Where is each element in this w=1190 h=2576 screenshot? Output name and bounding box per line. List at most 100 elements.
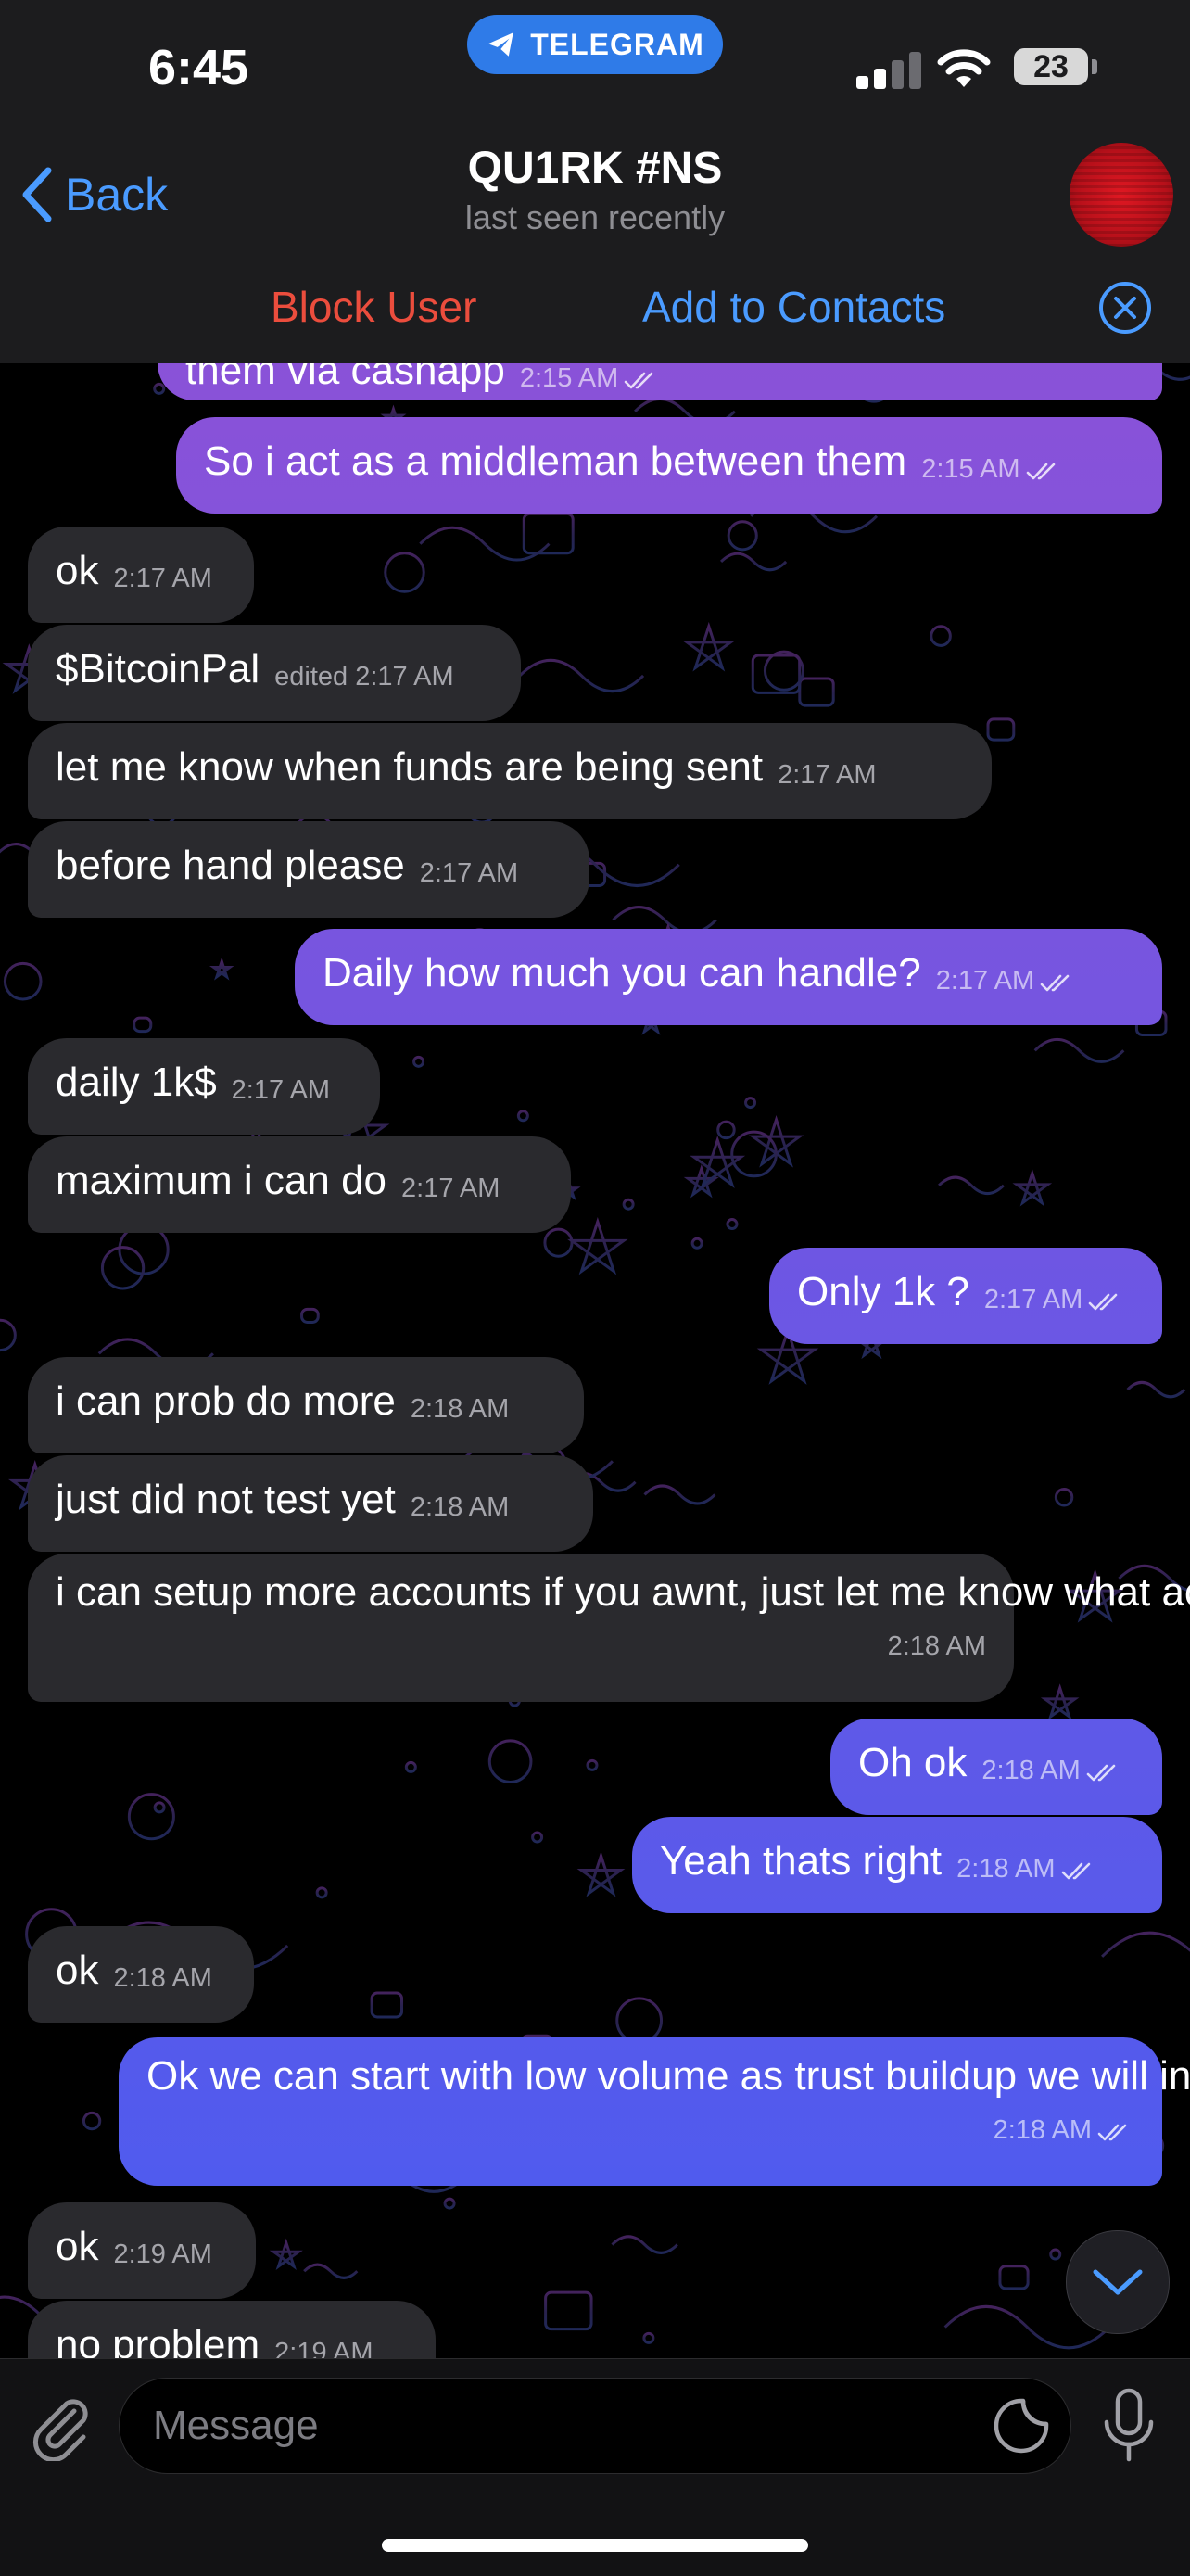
message-text: ok [56, 2224, 99, 2269]
read-ticks-icon [1026, 439, 1063, 499]
incoming-message[interactable]: maximum i can do 2:17 AM [28, 1136, 571, 1233]
status-bar: 6:45 TELEGRAM 23 [0, 0, 1190, 139]
message-time: 2:17 AM [778, 760, 877, 790]
message-meta: edited 2:17 AM [274, 647, 453, 706]
avatar[interactable] [1070, 143, 1173, 247]
incoming-message[interactable]: daily 1k$ 2:17 AM [28, 1038, 380, 1135]
add-to-contacts-button[interactable]: Add to Contacts [642, 282, 945, 332]
outgoing-message[interactable]: Daily how much you can handle? 2:17 AM [295, 929, 1162, 1025]
status-time: 6:45 [148, 40, 249, 95]
message-meta: 2:17 AM [113, 549, 211, 608]
message-meta: 2:19 AM [274, 2323, 373, 2358]
outgoing-message[interactable]: Ok we can start with low volume as trust… [119, 2037, 1190, 2186]
outgoing-message[interactable]: Yeah thats right 2:18 AM [632, 1817, 1162, 1913]
chat-title[interactable]: QU1RK #NS [0, 143, 1190, 194]
message-list[interactable]: them via cashapp 2:15 AM So i act as a mid… [0, 363, 1190, 2358]
message-meta: 2:15 AM [921, 439, 1062, 499]
message-text: no problem [56, 2322, 260, 2358]
incoming-message[interactable]: i can setup more accounts if you awnt, j… [28, 1554, 1190, 1702]
signal-icon [856, 52, 921, 89]
message-meta: 2:17 AM [984, 1270, 1125, 1329]
message-text: Daily how much you can handle? [323, 950, 921, 996]
message-text: i can setup more accounts if you awnt, j… [56, 1569, 1190, 1615]
incoming-message[interactable]: just did not test yet 2:18 AM [28, 1455, 593, 1552]
app-pill-label: TELEGRAM [530, 27, 704, 61]
message-time: edited 2:17 AM [274, 662, 454, 692]
message-meta: 2:18 AM [411, 1478, 509, 1537]
incoming-message[interactable]: $BitcoinPal edited 2:17 AM [28, 625, 521, 721]
outgoing-message[interactable]: them via cashapp 2:15 AM [158, 363, 1162, 400]
read-ticks-icon [1097, 2100, 1134, 2160]
message-text: maximum i can do [56, 1158, 387, 1203]
message-meta: 2:17 AM [401, 1159, 500, 1218]
paper-plane-icon [488, 32, 513, 57]
contact-action-bar: Block User Add to Contacts [0, 254, 1190, 363]
message-time: 2:17 AM [113, 564, 212, 593]
message-meta: 2:18 AM [146, 2100, 1134, 2160]
message-text: $BitcoinPal [56, 646, 260, 692]
message-meta: 2:18 AM [113, 1948, 211, 2008]
message-meta: 2:18 AM [56, 1617, 986, 1676]
close-icon[interactable] [1097, 280, 1153, 336]
message-meta: 2:18 AM [411, 1379, 509, 1439]
read-ticks-icon [1061, 1839, 1098, 1898]
outgoing-message[interactable]: Only 1k ? 2:17 AM [769, 1248, 1162, 1344]
message-time: 2:15 AM [921, 454, 1020, 484]
message-time: 2:17 AM [401, 1174, 500, 1203]
message-text: just did not test yet [56, 1477, 396, 1522]
read-ticks-icon [624, 363, 661, 408]
message-time: 2:18 AM [981, 1756, 1081, 1785]
message-time: 2:19 AM [274, 2338, 373, 2358]
block-user-button[interactable]: Block User [271, 282, 476, 332]
message-meta: 2:17 AM [420, 844, 518, 903]
message-time: 2:18 AM [410, 1492, 510, 1522]
message-text: Oh ok [858, 1740, 968, 1785]
read-ticks-icon [1040, 951, 1077, 1010]
message-meta: 2:18 AM [956, 1839, 1097, 1898]
paperclip-icon[interactable] [26, 2391, 96, 2461]
incoming-message[interactable]: ok 2:19 AM [28, 2202, 256, 2299]
message-time: 2:17 AM [935, 966, 1035, 996]
outgoing-message[interactable]: Oh ok 2:18 AM [830, 1719, 1162, 1815]
message-meta: 2:17 AM [778, 745, 876, 805]
message-text: before hand please [56, 843, 405, 888]
battery-indicator: 23 [1014, 48, 1088, 85]
message-time: 2:18 AM [887, 1631, 986, 1661]
wifi-icon [937, 49, 991, 87]
scroll-down-button[interactable] [1066, 2230, 1170, 2334]
message-text: So i act as a middleman between them [204, 438, 907, 484]
message-text: Yeah thats right [660, 1838, 943, 1884]
sticker-icon[interactable] [992, 2396, 1051, 2455]
message-time: 2:19 AM [113, 2240, 212, 2269]
battery-tip [1092, 59, 1097, 74]
message-time: 2:17 AM [231, 1075, 331, 1105]
incoming-message[interactable]: before hand please 2:17 AM [28, 821, 589, 918]
message-text: daily 1k$ [56, 1060, 217, 1105]
home-indicator [382, 2539, 808, 2552]
message-time: 2:18 AM [993, 2115, 1092, 2145]
message-meta: 2:17 AM [936, 951, 1077, 1010]
telegram-app-pill[interactable]: TELEGRAM [467, 15, 723, 74]
incoming-message[interactable]: let me know when funds are being sent 2:1… [28, 723, 992, 819]
composer-bar [0, 2358, 1190, 2576]
incoming-message[interactable]: no problem 2:19 AM [28, 2301, 436, 2358]
outgoing-message[interactable]: So i act as a middleman between them 2:15… [176, 417, 1162, 514]
message-time: 2:17 AM [419, 858, 519, 888]
message-meta: 2:15 AM [520, 363, 661, 408]
message-text: ok [56, 548, 99, 593]
message-text: let me know when funds are being sent [56, 744, 764, 790]
message-time: 2:18 AM [956, 1854, 1056, 1884]
incoming-message[interactable]: ok 2:18 AM [28, 1926, 254, 2023]
chat-header: Back QU1RK #NS last seen recently [0, 139, 1190, 255]
message-time: 2:15 AM [519, 363, 619, 393]
message-meta: 2:18 AM [981, 1741, 1122, 1800]
microphone-icon[interactable] [1099, 2387, 1158, 2465]
message-input[interactable] [119, 2378, 1071, 2474]
message-meta: 2:19 AM [113, 2225, 211, 2284]
chevron-down-icon [1093, 2269, 1143, 2295]
incoming-message[interactable]: i can prob do more 2:18 AM [28, 1357, 584, 1453]
message-time: 2:18 AM [410, 1394, 510, 1424]
message-text: ok [56, 1948, 99, 1993]
incoming-message[interactable]: ok 2:17 AM [28, 527, 254, 623]
chat-status: last seen recently [464, 198, 726, 236]
